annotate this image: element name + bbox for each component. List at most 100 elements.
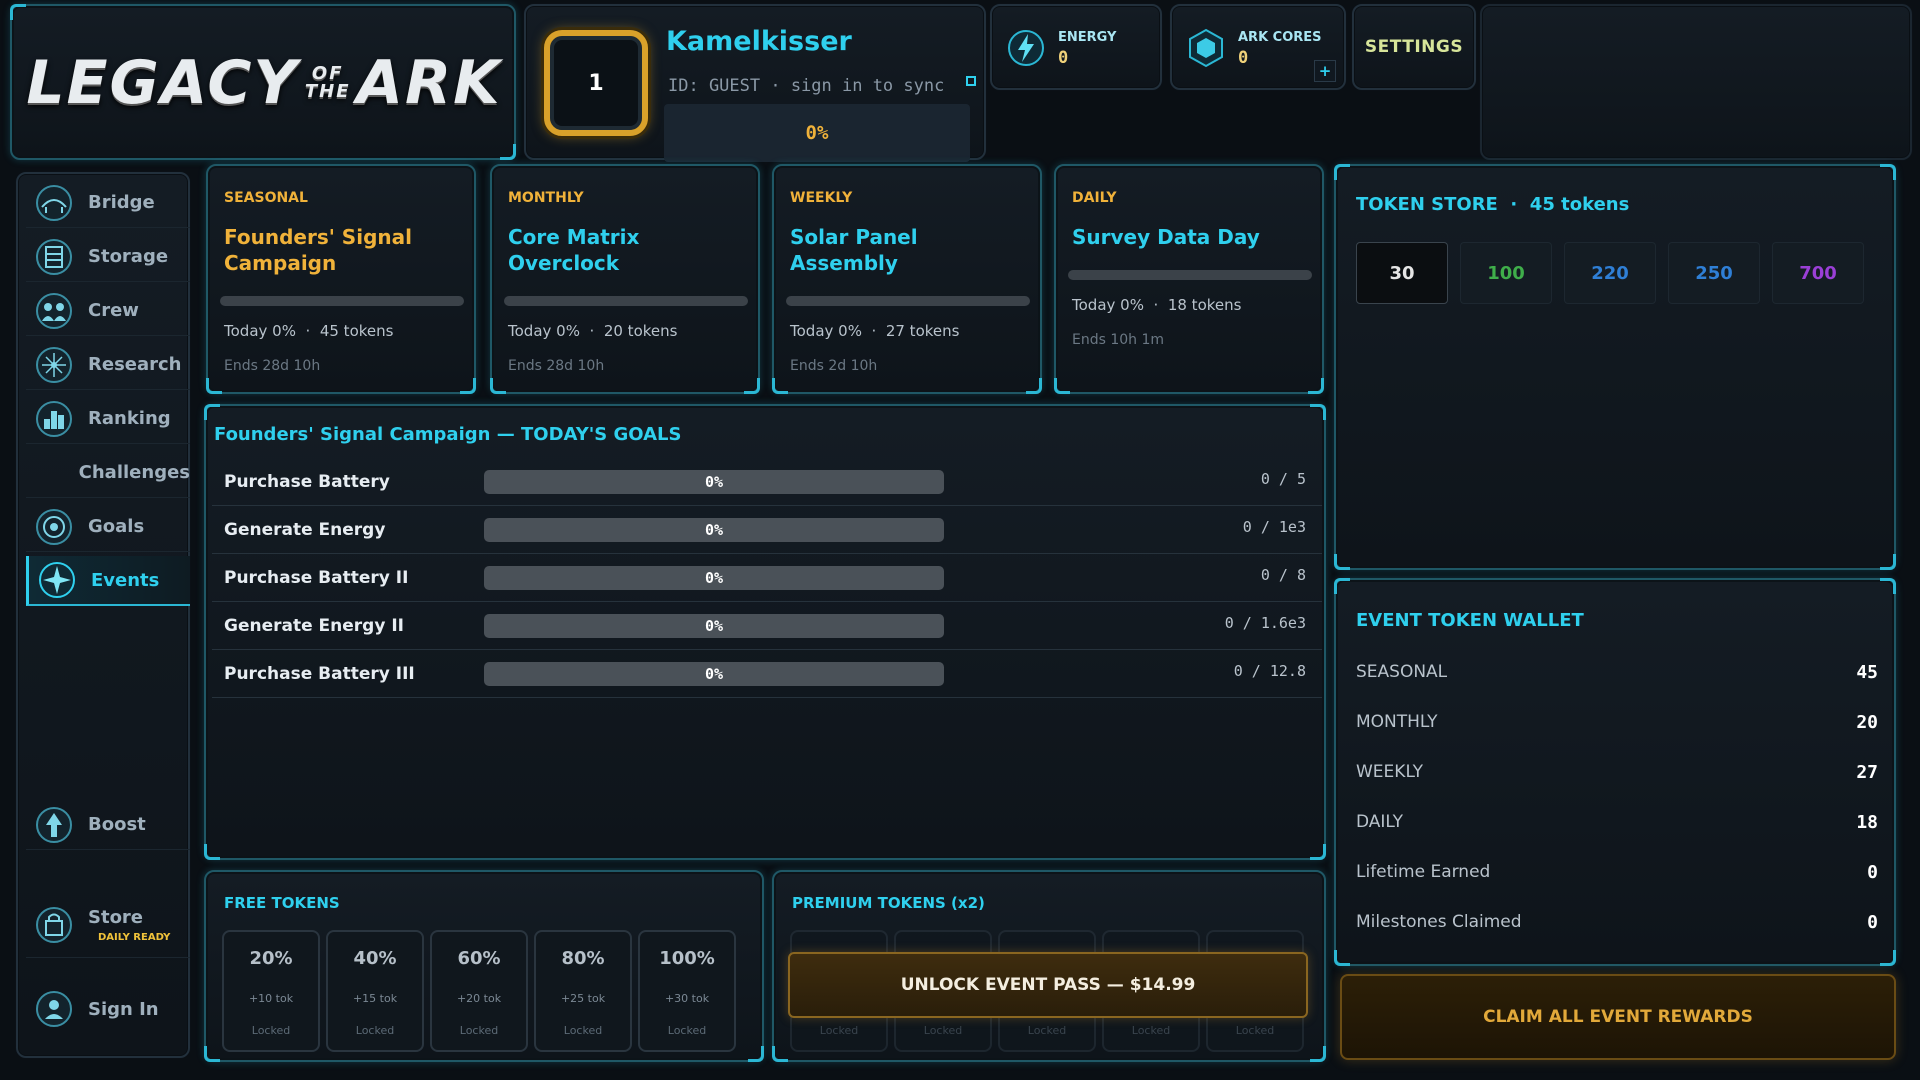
sidebar-item-ranking[interactable]: Ranking [26,394,190,444]
tier-status: Locked [355,1024,395,1037]
token-store-title: TOKEN STORE · 45 tokens [1356,194,1629,215]
level-number: 1 [588,70,604,96]
event-card-weekly[interactable]: WEEKLY Solar Panel Assembly Today 0% · 2… [772,164,1042,394]
sidebar-item-research[interactable]: Research [26,340,190,390]
sidebar-item-label: Store [88,907,144,928]
bridge-icon [32,181,76,225]
event-meta-separator: · [305,322,311,340]
claim-all-label: CLAIM ALL EVENT REWARDS [1483,1007,1753,1027]
token-pack-30[interactable]: 30 [1356,242,1448,304]
sidebar: Bridge Storage Crew Research Ranking Cha… [16,172,190,1058]
sidebar-item-label: Events [91,569,160,591]
token-store-panel: TOKEN STORE · 45 tokens 30 100 220 250 7… [1334,164,1896,570]
wallet-label: Milestones Claimed [1356,912,1522,932]
goal-progress-bar: 0% [484,566,944,590]
sidebar-item-sign-in[interactable]: Sign In [26,984,190,1034]
unlock-event-pass-button[interactable]: UNLOCK EVENT PASS — $14.99 [788,952,1308,1018]
event-ends: Ends 28d 10h [508,358,605,374]
crew-icon [32,289,76,333]
level-badge[interactable]: 1 [544,30,648,136]
token-pack-100[interactable]: 100 [1460,242,1552,304]
xp-progress-text: 0% [805,122,829,144]
event-tokens: 18 tokens [1167,296,1242,314]
tier-percent: 20% [249,948,293,969]
event-category: DAILY [1072,190,1117,206]
storage-icon [32,235,76,279]
goal-row: Purchase Battery II 0% 0 / 8 [212,554,1322,602]
wallet-row: DAILY 18 [1356,808,1878,838]
event-ends: Ends 2d 10h [790,358,878,374]
wallet-value: 0 [1867,912,1878,933]
logo-word-ark: ARK [356,48,502,118]
sidebar-item-challenges[interactable]: Challenges [26,448,190,498]
free-tier-box[interactable]: 40% +15 tok Locked [326,930,424,1052]
profile-panel: 1 Kamelkisser ID: GUEST · sign in to syn… [524,4,986,162]
token-pack-220[interactable]: 220 [1564,242,1656,304]
sidebar-item-goals[interactable]: Goals [26,502,190,552]
sidebar-item-boost[interactable]: Boost [26,800,190,850]
top-right-frame [1480,4,1912,160]
token-pack-700[interactable]: 700 [1772,242,1864,304]
tier-status: Locked [563,1024,603,1037]
goal-progress-bar: 0% [484,614,944,638]
event-progress-bar [504,296,748,306]
free-tier-box[interactable]: 80% +25 tok Locked [534,930,632,1052]
sync-indicator-icon[interactable] [966,76,976,86]
sidebar-item-bridge[interactable]: Bridge [26,178,190,228]
tier-status: Locked [819,1024,859,1037]
player-id: ID: GUEST · sign in to sync [668,76,945,96]
event-card-daily[interactable]: DAILY Survey Data Day Today 0% · 18 toke… [1054,164,1324,394]
boost-icon [32,803,76,847]
wallet-row: Milestones Claimed 0 [1356,908,1878,938]
sidebar-item-crew[interactable]: Crew [26,286,190,336]
free-tier-box[interactable]: 100% +30 tok Locked [638,930,736,1052]
tier-reward: +15 tok [352,992,398,1005]
goal-progress-count: 0 / 5 [1260,470,1306,488]
token-store-separator: · [1510,194,1518,215]
tier-status: Locked [1131,1024,1171,1037]
ark-cores-value: 0 [1238,48,1249,68]
tier-reward: +30 tok [664,992,710,1005]
event-category: WEEKLY [790,190,853,206]
goal-progress-bar: 0% [484,662,944,686]
claim-all-event-rewards-button[interactable]: CLAIM ALL EVENT REWARDS [1340,974,1896,1060]
tier-status: Locked [459,1024,499,1037]
tier-percent: 100% [659,948,715,969]
goal-row: Generate Energy 0% 0 / 1e3 [212,506,1322,554]
goal-progress-percent: 0% [704,521,724,539]
settings-label: SETTINGS [1364,37,1464,57]
tier-percent: 40% [353,948,397,969]
logo-panel: LEGACY OF THE ARK [10,4,516,160]
goal-row: Purchase Battery III 0% 0 / 12.8 [212,650,1322,698]
event-card-monthly[interactable]: MONTHLY Core Matrix Overclock Today 0% ·… [490,164,760,394]
lightning-icon [1008,30,1044,66]
ark-cores-panel: ARK CORES 0 + [1170,4,1346,90]
event-meta-separator: · [1153,296,1159,314]
tier-status: Locked [667,1024,707,1037]
unlock-event-pass-label: UNLOCK EVENT PASS — $14.99 [900,975,1196,995]
sidebar-item-store[interactable]: Store DAILY READY [26,892,190,958]
research-icon [32,343,76,387]
wallet-value: 20 [1856,712,1878,733]
player-name: Kamelkisser [666,26,852,57]
event-today-progress: Today 0% [1072,296,1144,314]
event-token-wallet-panel: EVENT TOKEN WALLET SEASONAL 45 MONTHLY 20 … [1334,578,1896,966]
settings-button[interactable]: SETTINGS [1352,4,1476,90]
event-title: Solar Panel Assembly [790,225,918,275]
hex-core-icon [1189,28,1223,68]
free-tier-box[interactable]: 60% +20 tok Locked [430,930,528,1052]
token-pack-250[interactable]: 250 [1668,242,1760,304]
tier-reward: +25 tok [560,992,606,1005]
event-today-progress: Today 0% [224,322,296,340]
goal-name: Generate Energy [224,520,386,540]
add-ark-cores-button[interactable]: + [1314,60,1336,82]
goal-progress-bar: 0% [484,518,944,542]
sidebar-item-events[interactable]: Events [26,556,190,606]
free-tier-box[interactable]: 20% +10 tok Locked [222,930,320,1052]
event-title: Founders' Signal Campaign [224,225,412,275]
sidebar-item-storage[interactable]: Storage [26,232,190,282]
goal-progress-count: 0 / 8 [1260,566,1306,584]
event-meta-separator: · [589,322,595,340]
event-card-seasonal[interactable]: SEASONAL Founders' Signal Campaign Today… [206,164,476,394]
wallet-row: WEEKLY 27 [1356,758,1878,788]
